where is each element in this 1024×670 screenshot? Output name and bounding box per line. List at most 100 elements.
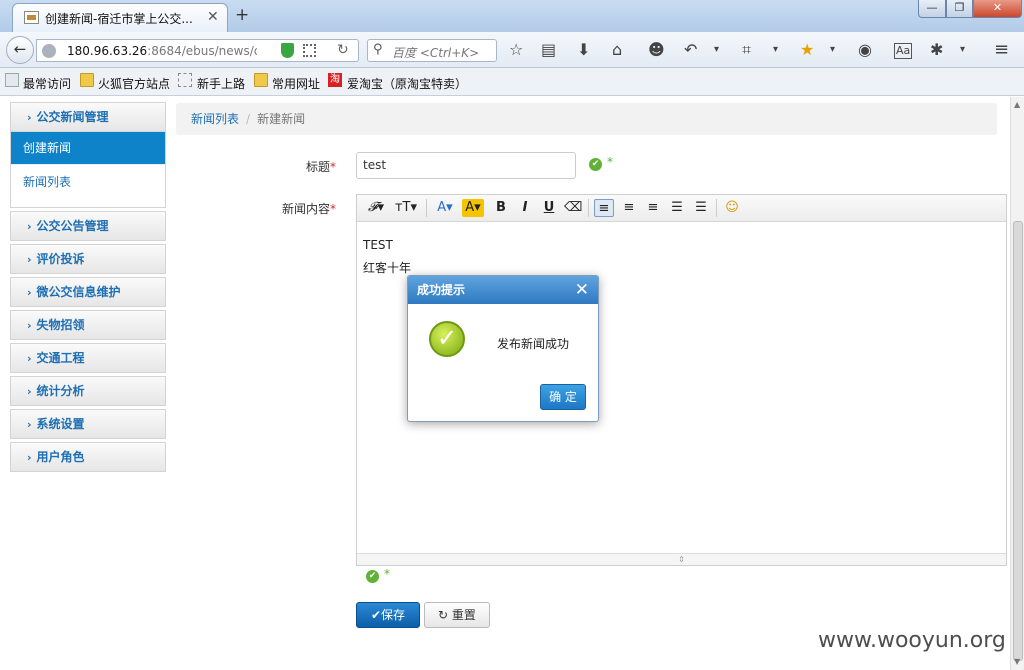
download-icon[interactable]: ⬇ (577, 41, 590, 59)
italic-button[interactable]: I (517, 199, 533, 217)
chevron-right-icon: › (27, 253, 32, 266)
bookmark-ai-taobao[interactable]: 爱淘宝（原淘宝特卖） (347, 75, 467, 92)
reader-icon[interactable]: Aa (894, 43, 913, 59)
font-family-button[interactable]: 𝓕▾ (365, 199, 387, 217)
chevron-right-icon: › (27, 418, 32, 431)
scroll-down-icon[interactable]: ▼ (1014, 657, 1020, 666)
sidebar-item-label: 公交新闻管理 (36, 110, 109, 124)
toolbar-separator (716, 199, 717, 217)
chevron-right-icon: › (27, 111, 32, 124)
bookmark-firefox-site[interactable]: 火狐官方站点 (98, 75, 170, 92)
minimize-button[interactable]: — (918, 0, 946, 18)
reading-list-icon[interactable]: ▤ (541, 41, 556, 59)
valid-star: * (607, 155, 613, 169)
url-bar[interactable]: 180.96.63.26:8684/ebus/news/cre ↻ (36, 39, 359, 62)
align-center-button[interactable]: ≡ (620, 199, 638, 217)
eraser-icon[interactable]: ⌫ (564, 199, 582, 217)
editor-resize-handle[interactable]: ⇕ (357, 553, 1006, 565)
sidebar-item-label: 失物招领 (36, 318, 85, 332)
breadcrumb-separator: / (246, 112, 251, 126)
undo-dropdown-icon[interactable]: ▾ (714, 41, 719, 59)
url-host: 180.96.63.26 (67, 44, 148, 58)
search-box[interactable]: ⚲ 百度 <Ctrl+K> (367, 39, 497, 62)
undo-icon[interactable]: ↶ (684, 41, 697, 59)
sidebar-micro-bus-info[interactable]: › 微公交信息维护 (10, 277, 166, 307)
scroll-up-icon[interactable]: ▲ (1014, 100, 1020, 109)
favorites-dropdown-icon[interactable]: ▾ (830, 41, 835, 59)
success-dialog: 成功提示 ✕ ✓ 发布新闻成功 确 定 (407, 275, 599, 422)
hamburger-menu-icon[interactable]: ≡ (994, 41, 1009, 59)
emoji-icon[interactable]: ☺ (723, 199, 741, 217)
sidebar-item-news-list[interactable]: 新闻列表 (11, 164, 165, 198)
chevron-right-icon: › (27, 352, 32, 365)
bookmark-common-sites[interactable]: 常用网址 (272, 75, 320, 92)
sidebar-item-label: 交通工程 (36, 351, 85, 365)
back-button[interactable]: ← (6, 36, 34, 64)
sidebar-traffic-engineering[interactable]: › 交通工程 (10, 343, 166, 373)
required-mark: * (330, 160, 336, 174)
bookmark-getting-started[interactable]: 新手上路 (197, 75, 245, 92)
sidebar-complaints[interactable]: › 评价投诉 (10, 244, 166, 274)
sidebar-user-roles[interactable]: › 用户角色 (10, 442, 166, 472)
page-scrollbar[interactable]: ▲ ▼ (1010, 97, 1024, 670)
unordered-list-button[interactable]: ☰ (692, 199, 710, 217)
dialog-message: 发布新闻成功 (497, 337, 570, 351)
ordered-list-button[interactable]: ☰ (668, 199, 686, 217)
bold-button[interactable]: B (493, 199, 509, 217)
folder-icon (254, 73, 268, 87)
chevron-right-icon: › (27, 451, 32, 464)
crop-dropdown-icon[interactable]: ▾ (773, 41, 778, 59)
bookmark-page-icon (5, 73, 19, 87)
dialog-ok-button[interactable]: 确 定 (540, 384, 586, 410)
font-color-button[interactable]: A▾ (434, 199, 456, 217)
page-favicon-icon (24, 11, 39, 24)
required-mark: * (330, 202, 336, 216)
qr-code-icon[interactable] (303, 44, 316, 57)
bug-icon[interactable]: ✱ (930, 41, 943, 59)
crop-icon[interactable]: ⌗ (742, 41, 751, 59)
sidebar-statistics[interactable]: › 统计分析 (10, 376, 166, 406)
bookmark-most-visited[interactable]: 最常访问 (23, 75, 71, 92)
editor-line: TEST (363, 238, 393, 252)
sidebar-news-management[interactable]: › 公交新闻管理 (10, 102, 166, 132)
reset-button[interactable]: ↻ 重置 (424, 602, 490, 628)
title-label: 标题* (256, 158, 336, 175)
security-shield-icon[interactable] (281, 43, 294, 58)
favorites-star-icon[interactable]: ★ (800, 41, 814, 59)
sidebar-item-label: 微公交信息维护 (36, 285, 121, 299)
dialog-close-icon[interactable]: ✕ (575, 276, 589, 304)
breadcrumb-news-list[interactable]: 新闻列表 (191, 112, 239, 126)
bug-dropdown-icon[interactable]: ▾ (960, 41, 965, 59)
new-tab-button[interactable]: + (235, 5, 249, 25)
sidebar-announcement-management[interactable]: › 公交公告管理 (10, 211, 166, 241)
valid-check-icon: ✔ (589, 158, 602, 171)
align-left-button[interactable]: ≡ (594, 199, 614, 217)
font-size-button[interactable]: тT▾ (394, 199, 418, 217)
bookmarks-bar: 最常访问 火狐官方站点 新手上路 常用网址 淘 爱淘宝（原淘宝特卖） (0, 68, 1024, 96)
scrollbar-thumb[interactable] (1013, 221, 1023, 661)
reload-icon[interactable]: ↻ (337, 42, 349, 58)
sidebar-lost-and-found[interactable]: › 失物招领 (10, 310, 166, 340)
title-input[interactable]: test (356, 152, 576, 179)
sidebar: › 公交新闻管理 创建新闻 新闻列表 › 公交公告管理 › 评价投诉 › 微公交信息维护… (10, 102, 166, 475)
window-controls: — ❐ ✕ (918, 0, 1022, 18)
chat-face-icon[interactable]: ☻ (648, 41, 665, 59)
editor-content[interactable]: TEST 红客十年 (363, 234, 411, 280)
close-window-button[interactable]: ✕ (973, 0, 1022, 18)
sidebar-system-settings[interactable]: › 系统设置 (10, 409, 166, 439)
browser-titlebar: 创建新闻-宿迁市掌上公交... ✕ + — ❐ ✕ (0, 0, 1024, 32)
underline-button[interactable]: U (541, 199, 557, 217)
content-label-text: 新闻内容 (281, 202, 330, 216)
title-label-text: 标题 (305, 160, 330, 174)
bookmark-star-icon[interactable]: ☆ (509, 41, 523, 59)
browser-tab[interactable]: 创建新闻-宿迁市掌上公交... ✕ (12, 3, 228, 32)
maximize-button[interactable]: ❐ (946, 0, 973, 18)
sidebar-item-create-news[interactable]: 创建新闻 (11, 132, 165, 164)
align-right-button[interactable]: ≡ (644, 199, 662, 217)
tab-close-icon[interactable]: ✕ (207, 9, 219, 25)
save-button[interactable]: ✔保存 (356, 602, 420, 628)
comment-icon[interactable]: ◉ (858, 41, 872, 59)
highlight-color-button[interactable]: A▾ (462, 199, 484, 217)
home-icon[interactable]: ⌂ (612, 41, 622, 59)
url-text[interactable]: 180.96.63.26:8684/ebus/news/cre (67, 44, 257, 58)
